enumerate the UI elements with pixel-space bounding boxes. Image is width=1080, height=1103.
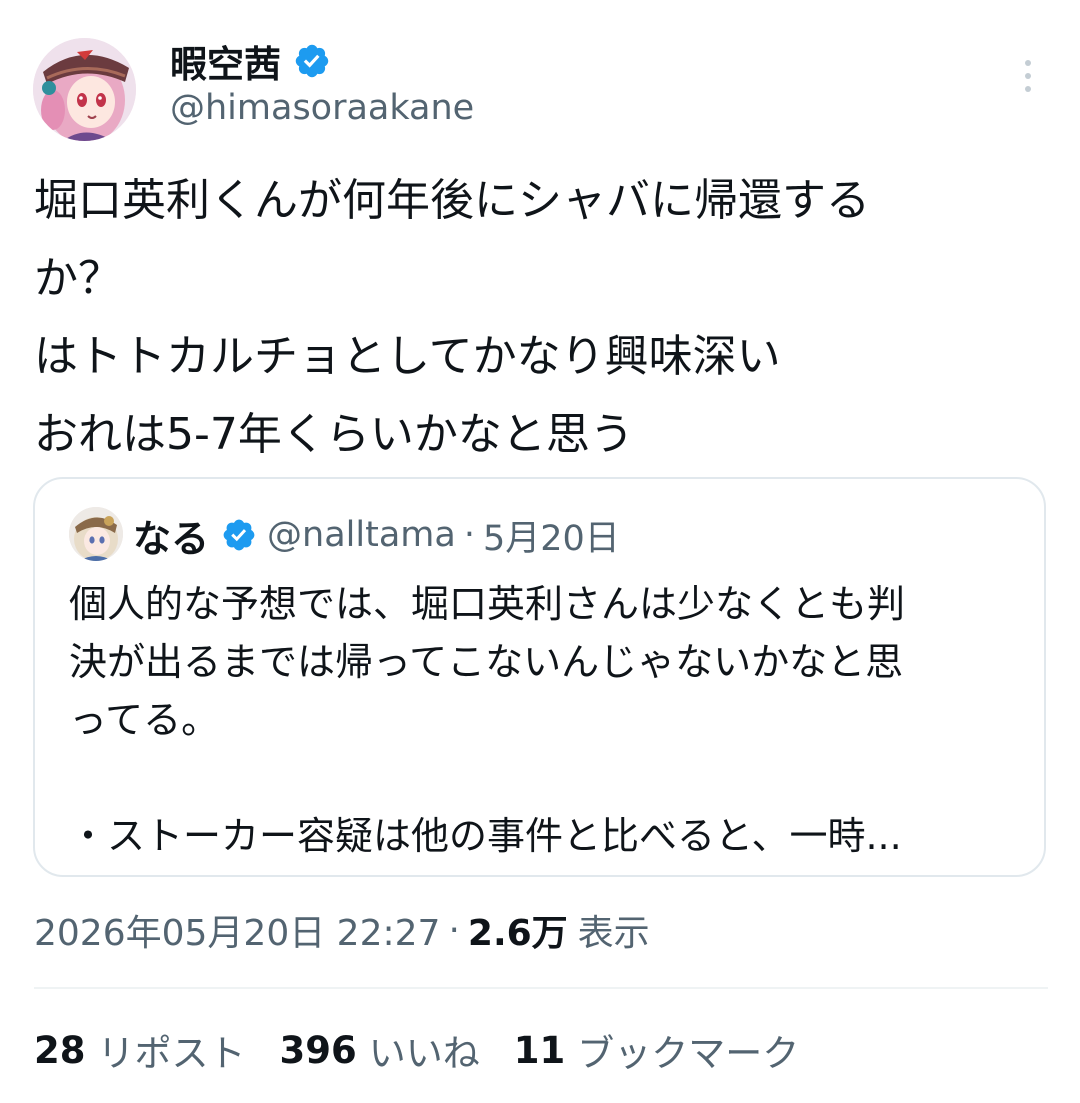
- verified-badge-icon: [295, 44, 329, 78]
- quote-text-line: 個人的な予想では、堀口英利さんは少なくとも判: [69, 582, 906, 626]
- quote-author-handle[interactable]: @nalltama: [267, 515, 456, 555]
- reposts-stat[interactable]: 28 リポスト: [34, 1023, 246, 1077]
- anime-girl-avatar-icon: [33, 38, 136, 141]
- views-label: 表示: [577, 913, 650, 954]
- more-dot-icon: [1025, 86, 1031, 92]
- quote-text-line: [69, 749, 1029, 807]
- more-dot-icon: [1025, 60, 1031, 66]
- meta-separator: ·: [448, 909, 460, 951]
- tweet-text-line: か？: [34, 253, 122, 304]
- likes-count: 396: [279, 1028, 357, 1072]
- quote-text-line: ってる。: [69, 698, 220, 742]
- bookmarks-stat[interactable]: 11 ブックマーク: [514, 1023, 800, 1077]
- tweet-text-line: おれは5-7年くらいかなと思う: [34, 409, 634, 460]
- more-options-button[interactable]: [1010, 56, 1046, 96]
- quoted-tweet-card[interactable]: なる @nalltama · 5月20日 個人的な予想では、堀口英利さんは少なく…: [33, 477, 1046, 877]
- quote-text: 個人的な予想では、堀口英利さんは少なくとも判 決が出るまでは帰ってこないんじゃな…: [69, 575, 1029, 865]
- engagement-stats: 28 リポスト 396 いいね 11 ブックマーク: [34, 1022, 833, 1078]
- quote-author-avatar[interactable]: [69, 507, 123, 561]
- tweet-meta: 2026年05月20日 22:27 · 2.6万 表示: [34, 902, 650, 958]
- reposts-count: 28: [34, 1028, 86, 1072]
- views-count: 2.6万: [467, 913, 568, 954]
- verified-badge-icon: [223, 519, 255, 551]
- tweet-text: 堀口英利くんが何年後にシャバに帰還する か？ はトトカルチョとしてかなり興味深い…: [34, 162, 1034, 474]
- tweet-text-line: 堀口英利くんが何年後にシャバに帰還する: [34, 175, 870, 226]
- more-dot-icon: [1025, 73, 1031, 79]
- bookmarks-count: 11: [513, 1028, 566, 1072]
- quote-header: なる @nalltama · 5月20日: [133, 507, 620, 563]
- tweet-detail: 暇空茜 @himasoraakane 堀口英利くんが何年後にシャバに帰還する か…: [0, 0, 1080, 1103]
- tweet-timestamp[interactable]: 2026年05月20日 22:27: [34, 904, 440, 956]
- quote-separator: ·: [463, 515, 475, 555]
- divider: [34, 987, 1048, 989]
- likes-stat[interactable]: 396 いいね: [280, 1023, 480, 1077]
- author-handle[interactable]: @himasoraakane: [170, 88, 474, 128]
- likes-label: いいね: [368, 1032, 480, 1075]
- author-avatar[interactable]: [33, 38, 136, 141]
- tweet-text-line: はトトカルチョとしてかなり興味深い: [34, 331, 781, 382]
- anime-girl-avatar-icon: [69, 507, 123, 561]
- bookmarks-label: ブックマーク: [577, 1032, 800, 1075]
- quote-text-line: 決が出るまでは帰ってこないんじゃないかなと思: [69, 640, 904, 684]
- author-name-row: 暇空茜: [170, 36, 331, 86]
- author-display-name[interactable]: 暇空茜: [170, 34, 281, 88]
- quote-date[interactable]: 5月20日: [483, 510, 620, 561]
- reposts-label: リポスト: [97, 1032, 246, 1075]
- quote-text-line: ・ストーカー容疑は他の事件と比べると、一時...: [69, 814, 902, 858]
- quote-author-name[interactable]: なる: [133, 508, 209, 563]
